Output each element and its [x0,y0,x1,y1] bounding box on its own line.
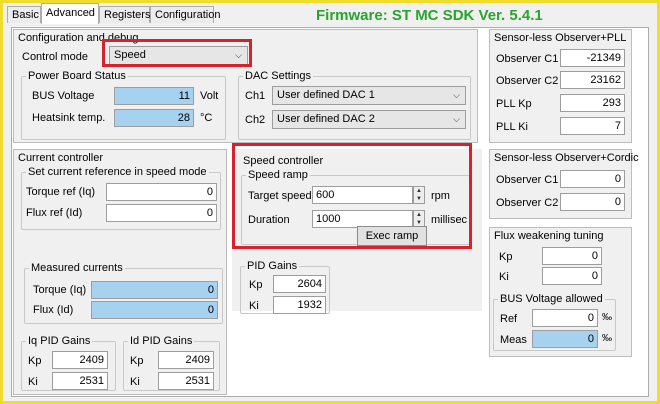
measured-currents-title: Measured currents [29,262,125,274]
observer-c2-field[interactable]: 23162 [560,71,625,89]
observer-cordic-title: Sensor-less Observer+Cordic [494,152,639,164]
dac-ch1-value: User defined DAC 1 [277,89,375,101]
fw-ki-label: Ki [499,271,509,283]
flux-ref-label: Flux ref (Id) [26,207,83,219]
control-mode-label: Control mode [22,51,89,63]
dac-group: DAC Settings Ch1 User defined DAC 1 ⌵ Ch… [238,70,471,140]
pll-kp-field[interactable]: 293 [560,94,625,112]
iq-ki-field[interactable]: 2531 [52,372,108,390]
observer-c2-label: Observer C2 [496,75,559,87]
iq-ki-label: Ki [28,376,38,388]
speed-kp-label: Kp [249,279,263,291]
dac-ch1-label: Ch1 [245,90,266,102]
cordic-c1-field[interactable]: 0 [560,170,625,188]
torque-ref-field[interactable]: 0 [106,183,217,201]
pll-kp-label: PLL Kp [496,98,532,110]
heatsink-label: Heatsink temp. [32,112,106,124]
flux-weakening-title: Flux weakening tuning [494,230,604,242]
observer-pll-title: Sensor-less Observer+PLL [494,32,627,44]
fw-ki-field[interactable]: 0 [542,267,602,285]
dac-ch1-select[interactable]: User defined DAC 1 ⌵ [272,86,466,105]
pll-ki-field[interactable]: 7 [560,117,625,135]
id-kp-field[interactable]: 2409 [158,351,214,369]
heatsink-field: 28 [114,109,194,127]
dac-ch2-value: User defined DAC 2 [277,113,375,125]
chevron-down-icon: ⌵ [453,90,460,100]
dac-ch2-label: Ch2 [245,114,266,126]
measured-currents-group: Measured currents Torque (Iq) 0 Flux (Id… [24,262,223,324]
iq-kp-field[interactable]: 2409 [52,351,108,369]
dac-ch2-select[interactable]: User defined DAC 2 ⌵ [272,110,466,129]
current-reference-title: Set current reference in speed mode [26,166,209,178]
speed-controller-highlight [232,143,472,249]
id-ki-field[interactable]: 2531 [158,372,214,390]
current-reference-group: Set current reference in speed mode Torq… [21,166,221,230]
id-ki-label: Ki [130,376,140,388]
fw-meas-label: Meas [500,334,527,346]
id-pid-group: Id PID Gains Kp 2409 Ki 2531 [123,335,220,391]
flux-meas-label: Flux (Id) [33,304,74,316]
observer-c1-label: Observer C1 [496,53,559,65]
pll-ki-label: PLL Ki [496,121,529,133]
torque-meas-field: 0 [91,281,218,299]
iq-kp-label: Kp [28,355,42,367]
fw-kp-field[interactable]: 0 [542,247,602,265]
bus-voltage-allowed-group: BUS Voltage allowed Ref 0 ‰ Meas 0 ‰ [493,293,616,351]
fw-ref-field[interactable]: 0 [532,309,598,327]
id-kp-label: Kp [130,355,144,367]
firmware-version: Firmware: ST MC SDK Ver. 5.4.1 [316,7,543,24]
observer-c1-field[interactable]: -21349 [560,49,625,67]
chevron-down-icon: ⌵ [453,114,460,124]
speed-ki-label: Ki [249,300,259,312]
power-board-group: Power Board Status BUS Voltage 11 Volt H… [21,70,226,140]
flux-ref-field[interactable]: 0 [106,204,217,222]
observer-cordic-panel: Sensor-less Observer+Cordic Observer C1 … [489,149,639,219]
observer-pll-panel: Sensor-less Observer+PLL Observer C1 -21… [489,29,632,143]
flux-weakening-panel: Flux weakening tuning Kp 0 Ki 0 BUS Volt… [489,227,632,357]
app-window: Basic Advanced Registers Configuration F… [0,0,660,404]
fw-meas-unit: ‰ [602,333,612,344]
iq-pid-group: Iq PID Gains Kp 2409 Ki 2531 [21,335,116,391]
torque-meas-label: Torque (Iq) [33,284,87,296]
speed-kp-field[interactable]: 2604 [273,275,326,293]
flux-meas-field: 0 [91,301,218,319]
fw-ref-unit: ‰ [602,312,612,323]
bus-voltage-unit: Volt [200,90,219,102]
cordic-c2-field[interactable]: 0 [560,193,625,211]
dac-title: DAC Settings [243,70,314,82]
bus-voltage-allowed-title: BUS Voltage allowed [498,293,605,305]
fw-ref-label: Ref [500,313,518,325]
tab-registers[interactable]: Registers [99,6,150,23]
speed-pid-group: PID Gains Kp 2604 Ki 1932 [240,260,330,314]
fw-meas-field: 0 [532,330,598,348]
iq-pid-title: Iq PID Gains [26,335,93,347]
id-pid-title: Id PID Gains [128,335,195,347]
fw-kp-label: Kp [499,251,513,263]
tab-configuration[interactable]: Configuration [150,6,220,23]
tab-basic[interactable]: Basic [7,6,41,23]
speed-pid-title: PID Gains [245,260,300,272]
current-controller-title: Current controller [18,152,103,164]
speed-ki-field[interactable]: 1932 [273,296,326,314]
current-controller-panel: Current controller Set current reference… [13,149,227,395]
heatsink-unit: °C [200,112,213,124]
power-board-title: Power Board Status [26,70,128,82]
cordic-c2-label: Observer C2 [496,197,559,209]
bus-voltage-field: 11 [114,87,194,105]
cordic-c1-label: Observer C1 [496,174,559,186]
bus-voltage-label: BUS Voltage [32,90,95,102]
control-mode-highlight [102,39,252,67]
tab-advanced[interactable]: Advanced [41,3,99,24]
torque-ref-label: Torque ref (Iq) [26,186,96,198]
